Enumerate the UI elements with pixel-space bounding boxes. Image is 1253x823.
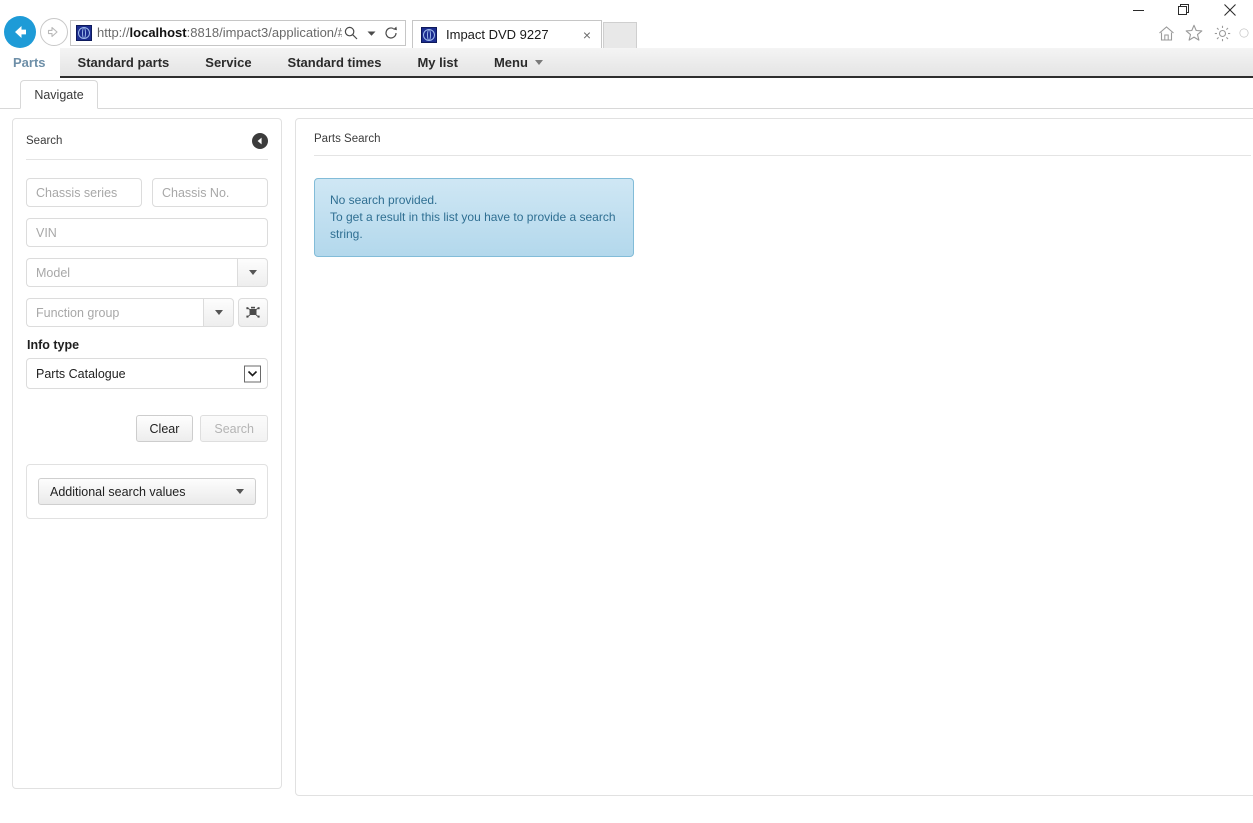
search-panel-title: Search	[26, 135, 63, 147]
chevron-down-icon	[534, 59, 543, 65]
nav-bar-filler	[560, 48, 1253, 78]
window-restore-button[interactable]	[1161, 0, 1207, 20]
additional-search-values-button[interactable]: Additional search values	[38, 478, 256, 505]
collapse-left-arrow-icon[interactable]	[252, 133, 268, 149]
info-type-label: Info type	[27, 338, 80, 352]
message-line-2: To get a result in this list you have to…	[330, 210, 616, 241]
sub-tab-label: Navigate	[34, 87, 84, 102]
browser-toolbar-icons	[1155, 22, 1249, 44]
back-arrow-icon	[15, 26, 26, 38]
vin-row	[26, 218, 268, 247]
additional-search-values-label: Additional search values	[50, 484, 186, 499]
home-icon[interactable]	[1155, 22, 1177, 44]
info-type-select[interactable]: Parts Catalogue	[26, 358, 268, 389]
address-bar[interactable]: http://localhost:8818/impact3/applicatio…	[70, 20, 406, 46]
nav-item-label: Service	[205, 54, 252, 70]
chevron-down-icon	[236, 489, 244, 494]
url-text: http://localhost:8818/impact3/applicatio…	[97, 25, 342, 40]
browser-tab-title: Impact DVD 9227	[446, 27, 549, 42]
forward-button[interactable]	[40, 18, 68, 46]
vin-input[interactable]	[26, 218, 268, 247]
back-button[interactable]	[4, 16, 36, 48]
close-icon[interactable]: ×	[579, 28, 595, 42]
nav-item-label: Menu	[493, 54, 528, 70]
nav-item-my-list[interactable]: My list	[399, 48, 476, 78]
no-search-message: No search provided. To get a result in t…	[314, 178, 634, 257]
search-panel-divider	[26, 159, 268, 160]
window-controls	[1115, 0, 1253, 20]
results-panel-title: Parts Search	[314, 133, 381, 145]
chevron-down-icon	[214, 310, 223, 315]
chassis-row	[26, 178, 268, 207]
function-group-input[interactable]	[26, 298, 203, 327]
chevron-down-icon[interactable]	[244, 365, 261, 382]
results-panel: Parts Search No search provided. To get …	[295, 118, 1253, 796]
additional-search-values-box: Additional search values	[26, 464, 268, 519]
nav-item-service[interactable]: Service	[187, 48, 270, 78]
model-input[interactable]	[26, 258, 237, 287]
search-panel-header: Search	[26, 133, 268, 159]
nav-item-label: My list	[417, 54, 458, 70]
chevron-down-icon[interactable]	[362, 22, 380, 44]
message-line-1: No search provided.	[330, 193, 438, 207]
tab-favicon-icon	[421, 26, 437, 43]
nav-item-parts[interactable]: Parts	[0, 48, 60, 78]
sub-tab-bar: Navigate	[0, 78, 1253, 109]
app-body: Search Chassis series Chassis No. VIN Mo…	[0, 109, 1253, 823]
browser-tab-strip: Impact DVD 9227 ×	[412, 20, 637, 48]
info-type-selected-value: Parts Catalogue	[36, 366, 126, 381]
nav-item-label: Standard times	[287, 54, 382, 70]
new-tab-button[interactable]	[603, 22, 637, 48]
nav-item-label: Parts	[13, 54, 46, 70]
search-button[interactable]: Search	[200, 415, 268, 442]
browser-tab[interactable]: Impact DVD 9227 ×	[412, 20, 602, 48]
nav-item-label: Standard parts	[77, 54, 170, 70]
nav-item-menu[interactable]: Menu	[475, 48, 561, 78]
chassis-series-input[interactable]	[26, 178, 142, 207]
clear-button[interactable]: Clear	[135, 415, 194, 442]
tab-navigate[interactable]: Navigate	[20, 80, 98, 109]
browser-navigation-buttons	[4, 16, 68, 48]
refresh-icon[interactable]	[382, 22, 400, 44]
model-dropdown-button[interactable]	[237, 258, 268, 287]
results-panel-header: Parts Search	[314, 133, 1251, 155]
address-bar-icons	[342, 22, 402, 44]
browser-chrome: http://localhost:8818/impact3/applicatio…	[0, 0, 1253, 48]
chevron-down-icon	[248, 270, 257, 275]
search-icon[interactable]	[342, 22, 360, 44]
favorites-star-icon[interactable]	[1183, 22, 1205, 44]
chassis-no-input[interactable]	[152, 178, 268, 207]
window-close-button[interactable]	[1207, 0, 1253, 20]
settings-gear-icon[interactable]	[1211, 22, 1233, 44]
window-minimize-button[interactable]	[1115, 0, 1161, 20]
function-group-dropdown-button[interactable]	[203, 298, 234, 327]
nav-item-standard-times[interactable]: Standard times	[269, 48, 400, 78]
search-panel: Search Chassis series Chassis No. VIN Mo…	[12, 118, 282, 789]
search-action-buttons: Clear Search	[26, 415, 268, 442]
function-group-combo	[26, 298, 268, 327]
results-panel-divider	[314, 155, 1251, 156]
site-favicon-icon	[76, 25, 92, 41]
forward-arrow-icon	[47, 26, 58, 38]
more-icon[interactable]	[1239, 22, 1249, 44]
app-nav-bar: Parts Standard parts Service Standard ti…	[0, 48, 1253, 78]
model-combo	[26, 258, 268, 287]
truck-front-icon	[246, 306, 260, 318]
nav-item-standard-parts[interactable]: Standard parts	[59, 48, 188, 78]
function-group-picker-button[interactable]	[238, 298, 268, 327]
